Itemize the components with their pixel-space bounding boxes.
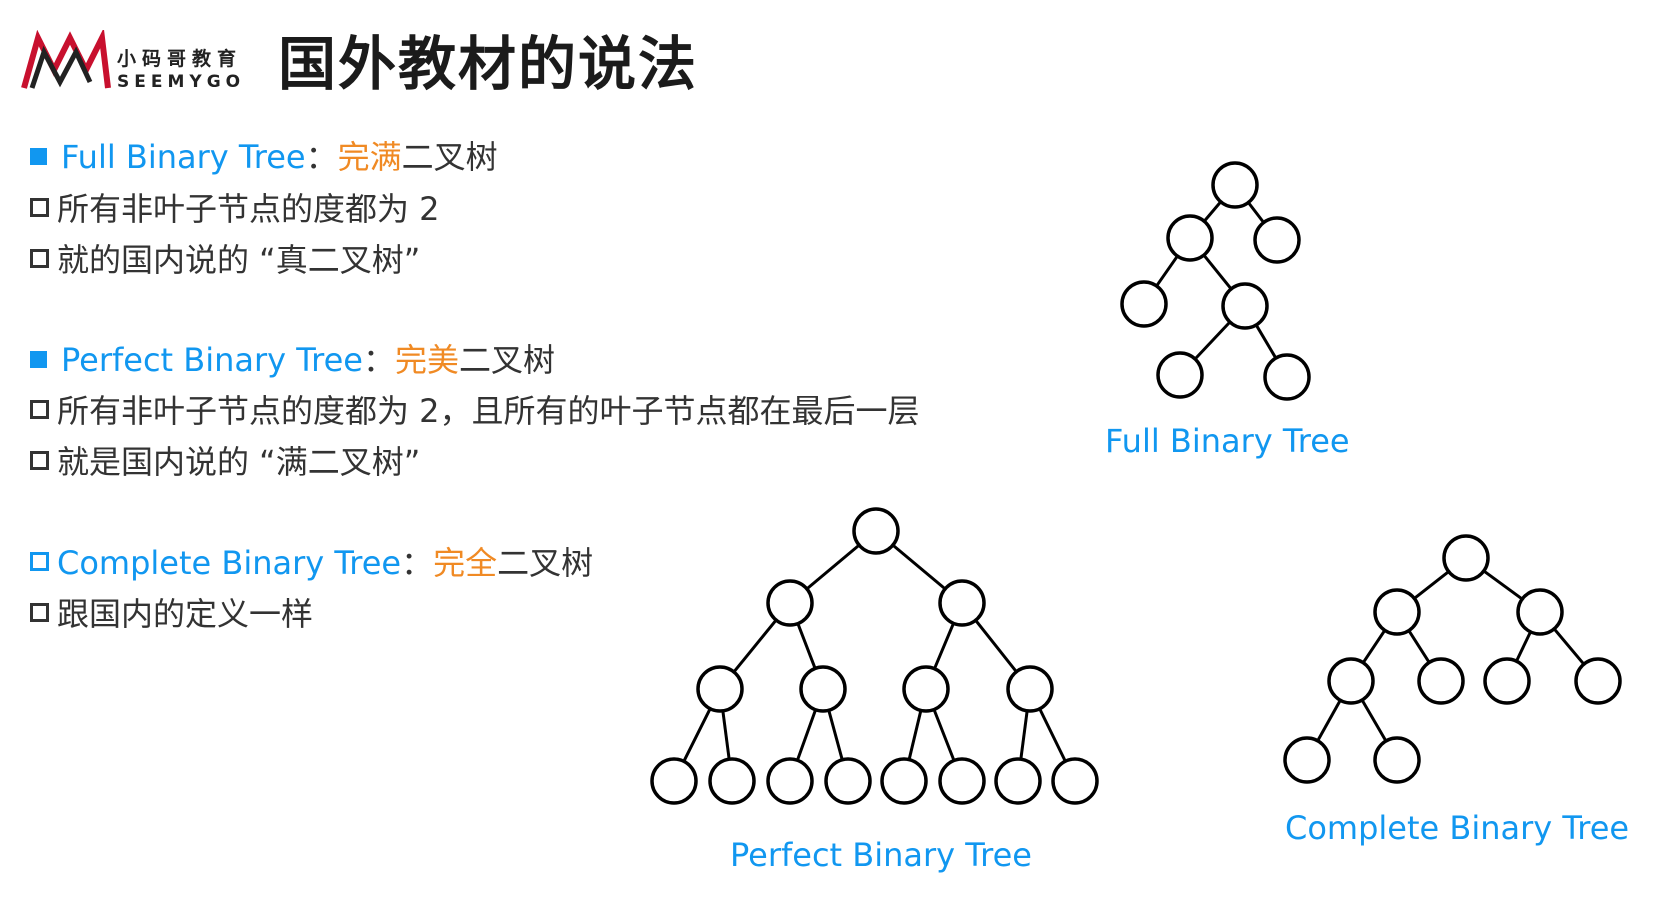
tree-node — [1051, 757, 1099, 805]
tree-edge — [1553, 627, 1585, 666]
tree-edge — [1202, 254, 1233, 290]
tree-node — [766, 757, 814, 805]
tree-edge — [891, 543, 947, 591]
tree-edge — [1203, 200, 1222, 223]
tree-node — [696, 665, 744, 713]
tree-node — [1263, 353, 1311, 401]
tree-edge — [1193, 320, 1232, 361]
tree-node — [902, 665, 950, 713]
tree-node — [650, 757, 698, 805]
tree-edge — [974, 619, 1018, 673]
tree-node — [799, 665, 847, 713]
tree-node — [1373, 736, 1421, 784]
tree-edge — [827, 709, 844, 761]
tree-node — [938, 579, 986, 627]
caption-full-binary-tree: Full Binary Tree — [1105, 422, 1350, 460]
tree-edge — [907, 710, 923, 760]
tree-node — [824, 757, 872, 805]
tree-node — [1283, 736, 1331, 784]
full-binary-tree-diagram — [1120, 161, 1311, 401]
tree-node — [1327, 657, 1375, 705]
tree-node — [1483, 657, 1531, 705]
tree-edge — [1316, 699, 1342, 742]
tree-node — [880, 757, 928, 805]
tree-node — [994, 757, 1042, 805]
tree-edge — [682, 708, 712, 762]
tree-node — [938, 757, 986, 805]
tree-node — [766, 579, 814, 627]
tree-edge — [796, 709, 817, 761]
tree-edge — [1254, 324, 1278, 359]
tree-node — [1211, 161, 1259, 209]
tree-edge — [1407, 629, 1431, 664]
tree-node — [1574, 657, 1622, 705]
tree-edge — [932, 708, 956, 762]
tree-node — [708, 757, 756, 805]
tree-node — [1006, 665, 1054, 713]
tree-edge — [1515, 631, 1532, 662]
tree-node — [1221, 282, 1269, 330]
tree-node — [1253, 216, 1301, 264]
tree-edge — [1413, 570, 1450, 600]
tree-node — [1166, 214, 1214, 262]
tree-edge — [796, 623, 817, 669]
tree-node — [852, 507, 900, 555]
tree-edge — [1360, 699, 1388, 742]
tree-edge — [1247, 201, 1265, 224]
tree-edge — [1038, 708, 1067, 762]
tree-edge — [1482, 569, 1524, 601]
caption-perfect-binary-tree: Perfect Binary Tree — [730, 836, 1032, 874]
tree-diagrams — [650, 161, 1622, 805]
tree-edge — [933, 622, 955, 670]
tree-edge — [721, 710, 731, 760]
tree-node — [1156, 351, 1204, 399]
tree-edge — [1361, 629, 1387, 664]
tree-edge — [1155, 255, 1179, 287]
caption-complete-binary-tree: Complete Binary Tree — [1285, 809, 1630, 847]
tree-node — [1442, 534, 1490, 582]
tree-node — [1516, 588, 1564, 636]
tree-edge — [732, 619, 778, 673]
tree-node — [1417, 657, 1465, 705]
tree-node — [1373, 588, 1421, 636]
tree-node — [1120, 280, 1168, 328]
tree-edge — [1019, 710, 1029, 760]
complete-binary-tree-diagram — [1283, 534, 1622, 784]
tree-edge — [805, 543, 861, 591]
perfect-binary-tree-diagram — [650, 507, 1099, 805]
